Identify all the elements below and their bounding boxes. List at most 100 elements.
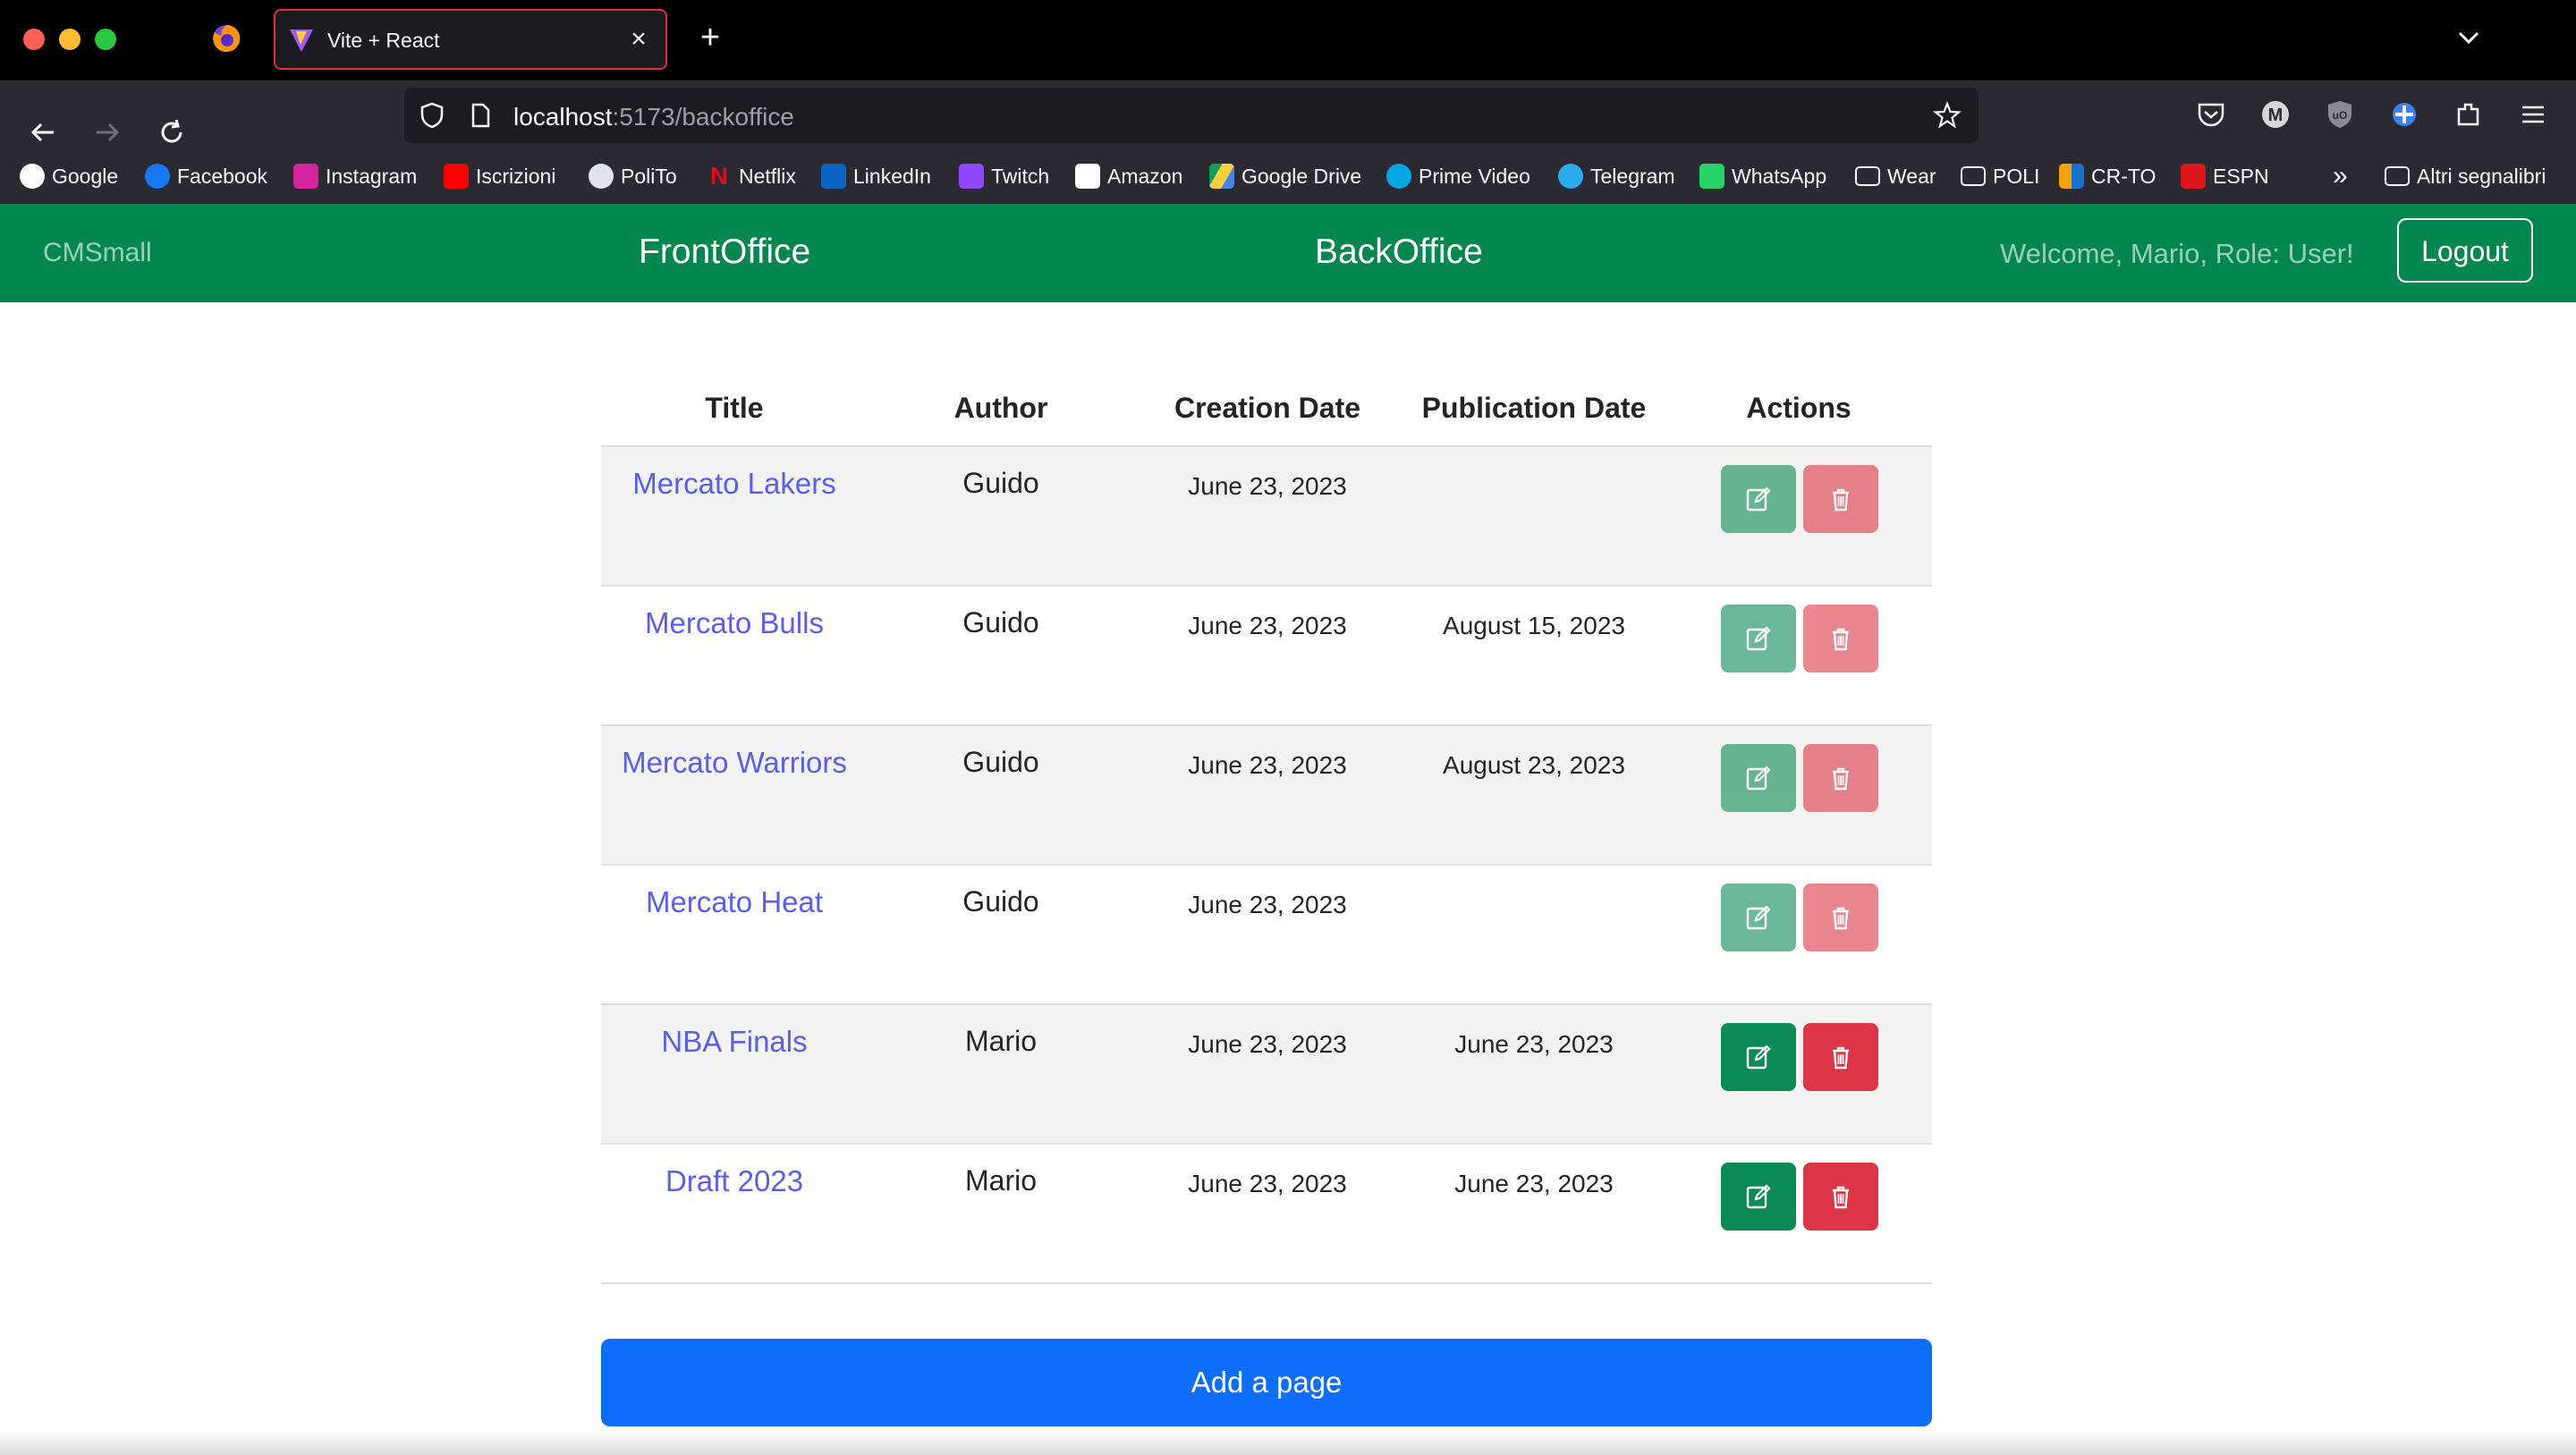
bookmark-telegram[interactable]: Telegram — [1558, 161, 1675, 191]
tab-title: Vite + React — [327, 29, 440, 52]
new-tab-button[interactable]: + — [692, 20, 728, 55]
polito-icon — [589, 164, 614, 189]
delete-button[interactable] — [1803, 884, 1878, 952]
bookmark-polito[interactable]: PoliTo — [589, 161, 677, 191]
reload-icon[interactable] — [152, 113, 191, 152]
bookmark-iscrizioni[interactable]: Iscrizioni — [444, 161, 555, 191]
close-tab-icon[interactable]: × — [623, 23, 655, 55]
publication-date: August 23, 2023 — [1443, 751, 1625, 779]
back-arrow-icon[interactable] — [23, 113, 63, 152]
amazon-icon — [1075, 164, 1100, 189]
add-page-button[interactable]: Add a page — [601, 1339, 1932, 1426]
extension-blue-icon[interactable] — [2386, 97, 2422, 132]
bookmark-label: LinkedIn — [853, 164, 931, 188]
page-title-link[interactable]: NBA Finals — [601, 1025, 868, 1059]
page-title-link[interactable]: Mercato Warriors — [601, 746, 868, 780]
instagram-icon — [293, 164, 318, 189]
page-author: Mario — [964, 1164, 1037, 1197]
maximize-window-button[interactable] — [95, 29, 116, 50]
svg-text:M: M — [2268, 106, 2284, 125]
bookmark-prime-video[interactable]: Prime Video — [1386, 161, 1530, 191]
bookmark-cr-to[interactable]: CR-TO — [2059, 161, 2156, 191]
delete-button[interactable] — [1803, 605, 1878, 673]
page-title-link[interactable]: Mercato Bulls — [601, 606, 868, 640]
forward-arrow-icon[interactable] — [88, 113, 127, 152]
nav-frontoffice-link[interactable]: FrontOffice — [639, 233, 810, 272]
bookmark-label: Google — [52, 164, 119, 188]
nav-backoffice-link[interactable]: BackOffice — [1315, 233, 1483, 272]
shield-icon[interactable] — [417, 100, 447, 131]
logout-button[interactable]: Logout — [2397, 218, 2533, 283]
bookmark-espn[interactable]: ESPN — [2181, 161, 2269, 191]
table-row: Mercato Warriors Guido June 23, 2023 August… — [601, 726, 1932, 866]
bookmark-label: ESPN — [2213, 164, 2269, 188]
firefox-icon[interactable] — [211, 23, 242, 54]
delete-button[interactable] — [1803, 744, 1878, 812]
facebook-icon — [145, 164, 170, 189]
edit-button[interactable] — [1721, 884, 1796, 952]
whatsapp-icon — [1699, 164, 1724, 189]
page-author: Mario — [964, 1025, 1037, 1057]
header-actions: Actions — [1746, 392, 1852, 424]
bookmark-instagram[interactable]: Instagram — [293, 161, 417, 191]
bookmark-label: PoliTo — [621, 164, 677, 188]
edit-button[interactable] — [1721, 465, 1796, 533]
google-icon — [20, 164, 45, 189]
svg-text:uO: uO — [2333, 109, 2348, 122]
bookmark-label: POLI — [1993, 164, 2040, 188]
bookmark-folder-poli[interactable]: POLI — [1961, 161, 2039, 191]
extensions-puzzle-icon[interactable] — [2451, 97, 2487, 132]
netflix-icon: N — [709, 162, 729, 190]
page-author: Guido — [962, 746, 1039, 778]
creation-date: June 23, 2023 — [1188, 891, 1347, 918]
browser-tab-active[interactable]: Vite + React × — [274, 9, 667, 70]
bookmark-linkedin[interactable]: LinkedIn — [821, 161, 931, 191]
folder-icon — [1855, 166, 1880, 186]
close-window-button[interactable] — [23, 29, 45, 50]
bookmark-whatsapp[interactable]: WhatsApp — [1699, 161, 1826, 191]
bookmark-label: Amazon — [1107, 164, 1183, 188]
url-bar[interactable]: localhost:5173/backoffice — [404, 88, 1979, 143]
bookmark-other-folder[interactable]: Altri segnalibri — [2385, 161, 2546, 191]
app-navbar: CMSmall FrontOffice BackOffice Welcome, … — [0, 204, 2576, 302]
minimize-window-button[interactable] — [59, 29, 80, 50]
edit-button[interactable] — [1721, 1023, 1796, 1091]
page-title-link[interactable]: Mercato Heat — [601, 885, 868, 919]
header-publication-date: Publication Date — [1421, 392, 1647, 424]
pages-table: Title Author Creation Date Publication D… — [601, 374, 1932, 1284]
edit-button[interactable] — [1721, 1163, 1796, 1231]
prime-video-icon — [1386, 164, 1411, 189]
tab-list-chevron-icon[interactable] — [2451, 20, 2487, 55]
google-drive-icon — [1209, 164, 1234, 189]
bookmark-amazon[interactable]: Amazon — [1075, 161, 1182, 191]
bookmark-label: WhatsApp — [1732, 164, 1827, 188]
bookmark-facebook[interactable]: Facebook — [145, 161, 267, 191]
delete-button[interactable] — [1803, 465, 1878, 533]
delete-button[interactable] — [1803, 1163, 1878, 1231]
bookmarks-overflow-chevron-icon[interactable]: » — [2333, 161, 2348, 191]
creation-date: June 23, 2023 — [1188, 1170, 1347, 1197]
ublock-icon[interactable]: uO — [2322, 97, 2358, 132]
edit-button[interactable] — [1721, 605, 1796, 673]
bookmark-google[interactable]: Google — [20, 161, 118, 191]
pocket-icon[interactable] — [2193, 97, 2229, 132]
bookmark-twitch[interactable]: Twitch — [959, 161, 1049, 191]
bookmark-folder-wear[interactable]: Wear — [1855, 161, 1936, 191]
menu-hamburger-icon[interactable] — [2515, 97, 2551, 132]
bookmark-netflix[interactable]: N Netflix — [707, 161, 796, 191]
account-m-icon[interactable]: M — [2258, 97, 2293, 132]
edit-button[interactable] — [1721, 744, 1796, 812]
page-title-link[interactable]: Draft 2023 — [601, 1164, 868, 1198]
header-author: Author — [953, 392, 1048, 424]
url-path: :5173/backoffice — [612, 103, 794, 131]
creation-date: June 23, 2023 — [1188, 751, 1347, 779]
brand[interactable]: CMSmall — [43, 238, 152, 268]
creation-date: June 23, 2023 — [1188, 612, 1347, 639]
cr-to-icon — [2059, 164, 2084, 189]
page-title-link[interactable]: Mercato Lakers — [601, 467, 868, 501]
bookmark-star-icon[interactable] — [1932, 100, 1962, 131]
bookmark-label: Telegram — [1590, 164, 1675, 188]
delete-button[interactable] — [1803, 1023, 1878, 1091]
bookmark-google-drive[interactable]: Google Drive — [1209, 161, 1361, 191]
table-body: Mercato Lakers Guido June 23, 2023 Mercato … — [601, 447, 1932, 1284]
